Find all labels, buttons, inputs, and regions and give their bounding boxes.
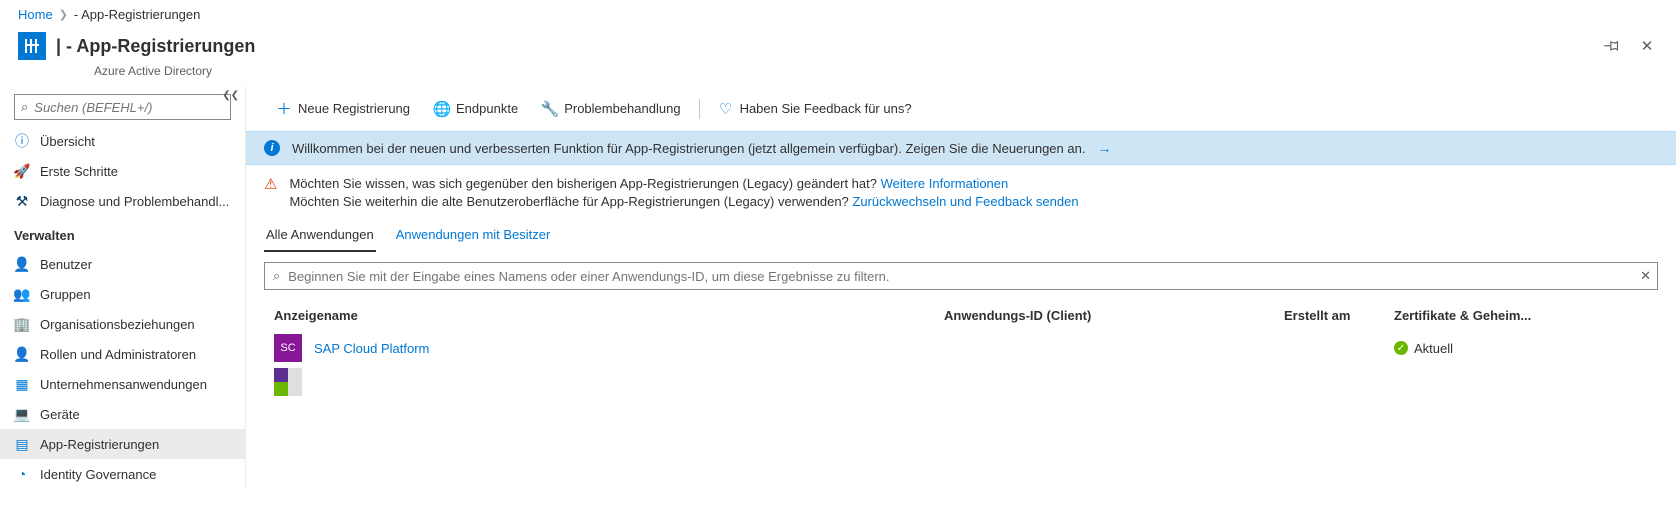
governance-icon: ◔ <box>14 466 30 482</box>
sidebar-search-input[interactable] <box>34 100 224 115</box>
sidebar-item-roles[interactable]: 👤 Rollen und Administratoren <box>0 339 245 369</box>
table-row[interactable]: SC SAP Cloud Platform ✓ Aktuell <box>264 331 1658 365</box>
col-header-created[interactable]: Erstellt am <box>1284 308 1394 323</box>
app-avatar: SC <box>274 334 302 362</box>
sidebar-item-label: Unternehmensanwendungen <box>40 377 207 392</box>
feedback-button[interactable]: ♡ Haben Sie Feedback für uns? <box>706 96 924 122</box>
plus-icon: ＋ <box>276 98 292 119</box>
warn-line1-text: Möchten Sie wissen, was sich gegenüber d… <box>289 176 880 191</box>
sidebar-search[interactable]: ⌕ <box>14 94 231 120</box>
sidebar-item-overview[interactable]: ⓘ Übersicht <box>0 126 245 156</box>
collapse-sidebar-button[interactable]: ❮❮ <box>222 90 239 101</box>
page-header: | - App-Registrierungen ✕ <box>0 28 1676 66</box>
breadcrumb: Home ❯ - App-Registrierungen <box>0 0 1676 28</box>
main-content: ＋ Neue Registrierung 🌐 Endpunkte 🔧 Probl… <box>246 86 1676 489</box>
sidebar-item-devices[interactable]: 💻 Geräte <box>0 399 245 429</box>
cert-status-text: Aktuell <box>1414 341 1453 356</box>
warning-banner: ⚠ Möchten Sie wissen, was sich gegenüber… <box>246 165 1676 215</box>
sidebar-item-label: Geräte <box>40 407 80 422</box>
info-banner: i Willkommen bei der neuen und verbesser… <box>246 131 1676 165</box>
org-icon: 🏢 <box>14 316 30 332</box>
endpoints-button[interactable]: 🌐 Endpunkte <box>422 96 530 122</box>
app-avatar <box>274 368 302 396</box>
warn-line1-link[interactable]: Weitere Informationen <box>881 176 1009 191</box>
close-button[interactable]: ✕ <box>1636 35 1658 57</box>
page-subtitle: Azure Active Directory <box>38 64 1676 86</box>
new-registration-button[interactable]: ＋ Neue Registrierung <box>264 94 422 123</box>
sidebar-item-label: Identity Governance <box>40 467 156 482</box>
search-icon: ⌕ <box>273 268 280 284</box>
sidebar: ❮❮ ⌕ ⓘ Übersicht 🚀 Erste Schritte ⚒ Diag… <box>0 86 246 489</box>
heart-icon: ♡ <box>718 100 734 118</box>
chevron-right-icon: ❯ <box>59 8 68 21</box>
app-reg-icon: ▤ <box>14 436 30 452</box>
table-header: Anzeigename Anwendungs-ID (Client) Erste… <box>264 300 1658 331</box>
status-ok-icon: ✓ <box>1394 341 1408 355</box>
azure-ad-icon <box>18 32 46 60</box>
tab-all-applications[interactable]: Alle Anwendungen <box>264 221 376 252</box>
breadcrumb-current: - App-Registrierungen <box>74 7 200 22</box>
col-header-cert[interactable]: Zertifikate & Geheim... <box>1394 308 1564 323</box>
cell-cert: ✓ Aktuell <box>1394 341 1564 356</box>
command-bar: ＋ Neue Registrierung 🌐 Endpunkte 🔧 Probl… <box>246 94 1676 131</box>
breadcrumb-home[interactable]: Home <box>18 7 53 22</box>
group-icon: 👥 <box>14 286 30 302</box>
tab-owned-applications[interactable]: Anwendungen mit Besitzer <box>394 221 553 252</box>
tabs: Alle Anwendungen Anwendungen mit Besitze… <box>246 215 1676 252</box>
filter-input-wrapper[interactable]: ⌕ ✕ <box>264 262 1658 290</box>
sidebar-item-identity-governance[interactable]: ◔ Identity Governance <box>0 459 245 489</box>
rocket-icon: 🚀 <box>14 163 30 179</box>
device-icon: 💻 <box>14 406 30 422</box>
sidebar-item-label: Gruppen <box>40 287 91 302</box>
admin-icon: 👤 <box>14 346 30 362</box>
troubleshoot-button[interactable]: 🔧 Problembehandlung <box>530 96 692 122</box>
apps-icon: ▦ <box>14 376 30 392</box>
filter-input[interactable] <box>288 269 1649 284</box>
app-name-link[interactable]: SAP Cloud Platform <box>314 341 429 356</box>
globe-icon: 🌐 <box>434 100 450 118</box>
sidebar-section-manage: Verwalten <box>0 216 245 249</box>
warning-icon: ⚠ <box>264 175 277 211</box>
table-row[interactable] <box>264 365 1658 399</box>
info-icon: ⓘ <box>14 133 30 149</box>
warn-line2-text: Möchten Sie weiterhin die alte Benutzero… <box>289 194 852 209</box>
clear-filter-button[interactable]: ✕ <box>1640 268 1651 284</box>
wrench-icon: 🔧 <box>542 100 558 118</box>
sidebar-item-label: Organisationsbeziehungen <box>40 317 195 332</box>
wrench-icon: ⚒ <box>14 193 30 209</box>
separator <box>699 99 700 119</box>
user-icon: 👤 <box>14 256 30 272</box>
col-header-name[interactable]: Anzeigename <box>274 308 944 323</box>
sidebar-item-users[interactable]: 👤 Benutzer <box>0 249 245 279</box>
info-banner-text: Willkommen bei der neuen und verbesserte… <box>292 141 1085 156</box>
cmd-label: Haben Sie Feedback für uns? <box>740 101 912 116</box>
sidebar-item-org-relations[interactable]: 🏢 Organisationsbeziehungen <box>0 309 245 339</box>
page-title: | - App-Registrierungen <box>56 36 255 57</box>
sidebar-item-enterprise-apps[interactable]: ▦ Unternehmensanwendungen <box>0 369 245 399</box>
info-banner-link[interactable]: → <box>1097 140 1111 156</box>
search-icon: ⌕ <box>21 99 28 115</box>
sidebar-item-groups[interactable]: 👥 Gruppen <box>0 279 245 309</box>
sidebar-item-label: Diagnose und Problembehandl... <box>40 194 229 209</box>
warn-line2-link[interactable]: Zurückwechseln und Feedback senden <box>852 194 1078 209</box>
sidebar-item-getting-started[interactable]: 🚀 Erste Schritte <box>0 156 245 186</box>
cmd-label: Endpunkte <box>456 101 518 116</box>
sidebar-item-label: App-Registrierungen <box>40 437 159 452</box>
col-header-appid[interactable]: Anwendungs-ID (Client) <box>944 308 1284 323</box>
applications-table: Anzeigename Anwendungs-ID (Client) Erste… <box>246 296 1676 403</box>
sidebar-item-diagnose[interactable]: ⚒ Diagnose und Problembehandl... <box>0 186 245 216</box>
cmd-label: Neue Registrierung <box>298 101 410 116</box>
pin-button[interactable] <box>1600 35 1622 57</box>
cmd-label: Problembehandlung <box>564 101 680 116</box>
sidebar-item-label: Erste Schritte <box>40 164 118 179</box>
sidebar-item-label: Benutzer <box>40 257 92 272</box>
sidebar-item-app-registrations[interactable]: ▤ App-Registrierungen <box>0 429 245 459</box>
sidebar-item-label: Übersicht <box>40 134 95 149</box>
info-icon: i <box>264 140 280 156</box>
sidebar-item-label: Rollen und Administratoren <box>40 347 196 362</box>
